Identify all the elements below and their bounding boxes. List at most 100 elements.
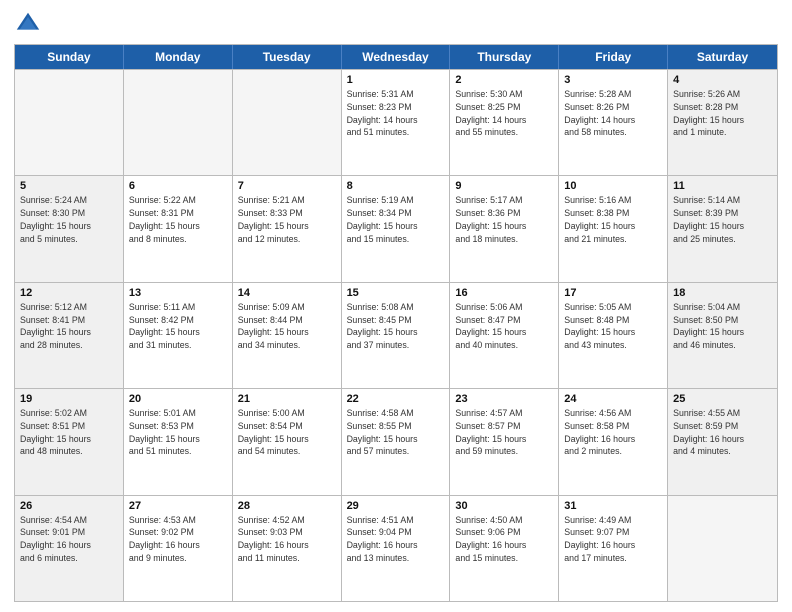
day-info: Sunrise: 5:24 AM Sunset: 8:30 PM Dayligh…: [20, 194, 118, 245]
day-cell-3: 3 Sunrise: 5:28 AM Sunset: 8:26 PM Daylig…: [559, 70, 668, 175]
day-info: Sunrise: 5:30 AM Sunset: 8:25 PM Dayligh…: [455, 88, 553, 139]
logo-icon: [14, 10, 42, 38]
weekday-header-wednesday: Wednesday: [342, 45, 451, 69]
day-cell-9: 9Sunrise: 5:17 AM Sunset: 8:36 PM Daylig…: [450, 176, 559, 281]
day-cell-28: 28 Sunrise: 4:52 AM Sunset: 9:03 PM Dayli…: [233, 496, 342, 601]
calendar-row-4: 26 Sunrise: 4:54 AM Sunset: 9:01 PM Dayli…: [15, 495, 777, 601]
day-number: 1: [347, 74, 445, 86]
day-info: Sunrise: 4:55 AM Sunset: 8:59 PM Dayligh…: [673, 407, 772, 458]
day-info: Sunrise: 4:51 AM Sunset: 9:04 PM Dayligh…: [347, 514, 445, 565]
day-number: 15: [347, 287, 445, 299]
day-info: Sunrise: 4:58 AM Sunset: 8:55 PM Dayligh…: [347, 407, 445, 458]
day-cell-7: 7 Sunrise: 5:21 AM Sunset: 8:33 PM Daylig…: [233, 176, 342, 281]
calendar-row-1: 5Sunrise: 5:24 AM Sunset: 8:30 PM Daylig…: [15, 175, 777, 281]
weekday-header-tuesday: Tuesday: [233, 45, 342, 69]
day-number: 30: [455, 500, 553, 512]
day-cell-29: 29 Sunrise: 4:51 AM Sunset: 9:04 PM Dayli…: [342, 496, 451, 601]
day-number: 7: [238, 180, 336, 192]
day-info: Sunrise: 4:57 AM Sunset: 8:57 PM Dayligh…: [455, 407, 553, 458]
day-cell-14: 14Sunrise: 5:09 AM Sunset: 8:44 PM Dayli…: [233, 283, 342, 388]
day-info: Sunrise: 5:21 AM Sunset: 8:33 PM Dayligh…: [238, 194, 336, 245]
day-info: Sunrise: 5:12 AM Sunset: 8:41 PM Dayligh…: [20, 301, 118, 352]
day-number: 23: [455, 393, 553, 405]
day-info: Sunrise: 5:08 AM Sunset: 8:45 PM Dayligh…: [347, 301, 445, 352]
day-cell-2: 2 Sunrise: 5:30 AM Sunset: 8:25 PM Daylig…: [450, 70, 559, 175]
day-info: Sunrise: 5:01 AM Sunset: 8:53 PM Dayligh…: [129, 407, 227, 458]
day-info: Sunrise: 5:04 AM Sunset: 8:50 PM Dayligh…: [673, 301, 772, 352]
calendar: SundayMondayTuesdayWednesdayThursdayFrid…: [14, 44, 778, 602]
day-number: 11: [673, 180, 772, 192]
day-number: 22: [347, 393, 445, 405]
calendar-body: 1Sunrise: 5:31 AM Sunset: 8:23 PM Daylig…: [15, 69, 777, 601]
day-number: 8: [347, 180, 445, 192]
weekday-header-friday: Friday: [559, 45, 668, 69]
day-cell-19: 19 Sunrise: 5:02 AM Sunset: 8:51 PM Dayli…: [15, 389, 124, 494]
day-number: 14: [238, 287, 336, 299]
header: [14, 10, 778, 38]
day-cell-6: 6 Sunrise: 5:22 AM Sunset: 8:31 PM Daylig…: [124, 176, 233, 281]
day-number: 28: [238, 500, 336, 512]
day-number: 24: [564, 393, 662, 405]
day-info: Sunrise: 5:22 AM Sunset: 8:31 PM Dayligh…: [129, 194, 227, 245]
day-info: Sunrise: 5:06 AM Sunset: 8:47 PM Dayligh…: [455, 301, 553, 352]
day-info: Sunrise: 5:00 AM Sunset: 8:54 PM Dayligh…: [238, 407, 336, 458]
empty-cell-0-2: [233, 70, 342, 175]
day-info: Sunrise: 5:16 AM Sunset: 8:38 PM Dayligh…: [564, 194, 662, 245]
day-cell-24: 24Sunrise: 4:56 AM Sunset: 8:58 PM Dayli…: [559, 389, 668, 494]
day-cell-25: 25Sunrise: 4:55 AM Sunset: 8:59 PM Dayli…: [668, 389, 777, 494]
day-cell-31: 31 Sunrise: 4:49 AM Sunset: 9:07 PM Dayli…: [559, 496, 668, 601]
day-cell-18: 18 Sunrise: 5:04 AM Sunset: 8:50 PM Dayli…: [668, 283, 777, 388]
day-cell-16: 16Sunrise: 5:06 AM Sunset: 8:47 PM Dayli…: [450, 283, 559, 388]
weekday-header-monday: Monday: [124, 45, 233, 69]
empty-cell-4-6: [668, 496, 777, 601]
day-number: 4: [673, 74, 772, 86]
day-cell-4: 4 Sunrise: 5:26 AM Sunset: 8:28 PM Daylig…: [668, 70, 777, 175]
day-number: 3: [564, 74, 662, 86]
calendar-header: SundayMondayTuesdayWednesdayThursdayFrid…: [15, 45, 777, 69]
day-cell-17: 17 Sunrise: 5:05 AM Sunset: 8:48 PM Dayli…: [559, 283, 668, 388]
day-number: 2: [455, 74, 553, 86]
day-info: Sunrise: 4:50 AM Sunset: 9:06 PM Dayligh…: [455, 514, 553, 565]
day-number: 18: [673, 287, 772, 299]
day-cell-26: 26 Sunrise: 4:54 AM Sunset: 9:01 PM Dayli…: [15, 496, 124, 601]
day-info: Sunrise: 4:49 AM Sunset: 9:07 PM Dayligh…: [564, 514, 662, 565]
day-cell-15: 15 Sunrise: 5:08 AM Sunset: 8:45 PM Dayli…: [342, 283, 451, 388]
day-info: Sunrise: 5:11 AM Sunset: 8:42 PM Dayligh…: [129, 301, 227, 352]
day-info: Sunrise: 5:28 AM Sunset: 8:26 PM Dayligh…: [564, 88, 662, 139]
day-cell-27: 27 Sunrise: 4:53 AM Sunset: 9:02 PM Dayli…: [124, 496, 233, 601]
calendar-row-3: 19 Sunrise: 5:02 AM Sunset: 8:51 PM Dayli…: [15, 388, 777, 494]
day-cell-10: 10 Sunrise: 5:16 AM Sunset: 8:38 PM Dayli…: [559, 176, 668, 281]
calendar-row-0: 1Sunrise: 5:31 AM Sunset: 8:23 PM Daylig…: [15, 69, 777, 175]
day-cell-30: 30 Sunrise: 4:50 AM Sunset: 9:06 PM Dayli…: [450, 496, 559, 601]
day-cell-13: 13Sunrise: 5:11 AM Sunset: 8:42 PM Dayli…: [124, 283, 233, 388]
day-info: Sunrise: 5:05 AM Sunset: 8:48 PM Dayligh…: [564, 301, 662, 352]
day-number: 27: [129, 500, 227, 512]
day-cell-22: 22 Sunrise: 4:58 AM Sunset: 8:55 PM Dayli…: [342, 389, 451, 494]
day-info: Sunrise: 4:52 AM Sunset: 9:03 PM Dayligh…: [238, 514, 336, 565]
day-number: 17: [564, 287, 662, 299]
day-number: 20: [129, 393, 227, 405]
day-number: 29: [347, 500, 445, 512]
day-info: Sunrise: 4:53 AM Sunset: 9:02 PM Dayligh…: [129, 514, 227, 565]
day-number: 31: [564, 500, 662, 512]
calendar-row-2: 12 Sunrise: 5:12 AM Sunset: 8:41 PM Dayli…: [15, 282, 777, 388]
day-cell-21: 21 Sunrise: 5:00 AM Sunset: 8:54 PM Dayli…: [233, 389, 342, 494]
day-cell-12: 12 Sunrise: 5:12 AM Sunset: 8:41 PM Dayli…: [15, 283, 124, 388]
weekday-header-thursday: Thursday: [450, 45, 559, 69]
day-cell-8: 8Sunrise: 5:19 AM Sunset: 8:34 PM Daylig…: [342, 176, 451, 281]
day-number: 10: [564, 180, 662, 192]
day-cell-5: 5Sunrise: 5:24 AM Sunset: 8:30 PM Daylig…: [15, 176, 124, 281]
day-info: Sunrise: 4:54 AM Sunset: 9:01 PM Dayligh…: [20, 514, 118, 565]
weekday-header-sunday: Sunday: [15, 45, 124, 69]
day-info: Sunrise: 5:02 AM Sunset: 8:51 PM Dayligh…: [20, 407, 118, 458]
day-number: 19: [20, 393, 118, 405]
logo: [14, 10, 44, 38]
day-info: Sunrise: 5:14 AM Sunset: 8:39 PM Dayligh…: [673, 194, 772, 245]
day-info: Sunrise: 5:26 AM Sunset: 8:28 PM Dayligh…: [673, 88, 772, 139]
day-number: 6: [129, 180, 227, 192]
day-number: 21: [238, 393, 336, 405]
day-number: 12: [20, 287, 118, 299]
day-number: 26: [20, 500, 118, 512]
day-number: 9: [455, 180, 553, 192]
day-cell-11: 11 Sunrise: 5:14 AM Sunset: 8:39 PM Dayli…: [668, 176, 777, 281]
